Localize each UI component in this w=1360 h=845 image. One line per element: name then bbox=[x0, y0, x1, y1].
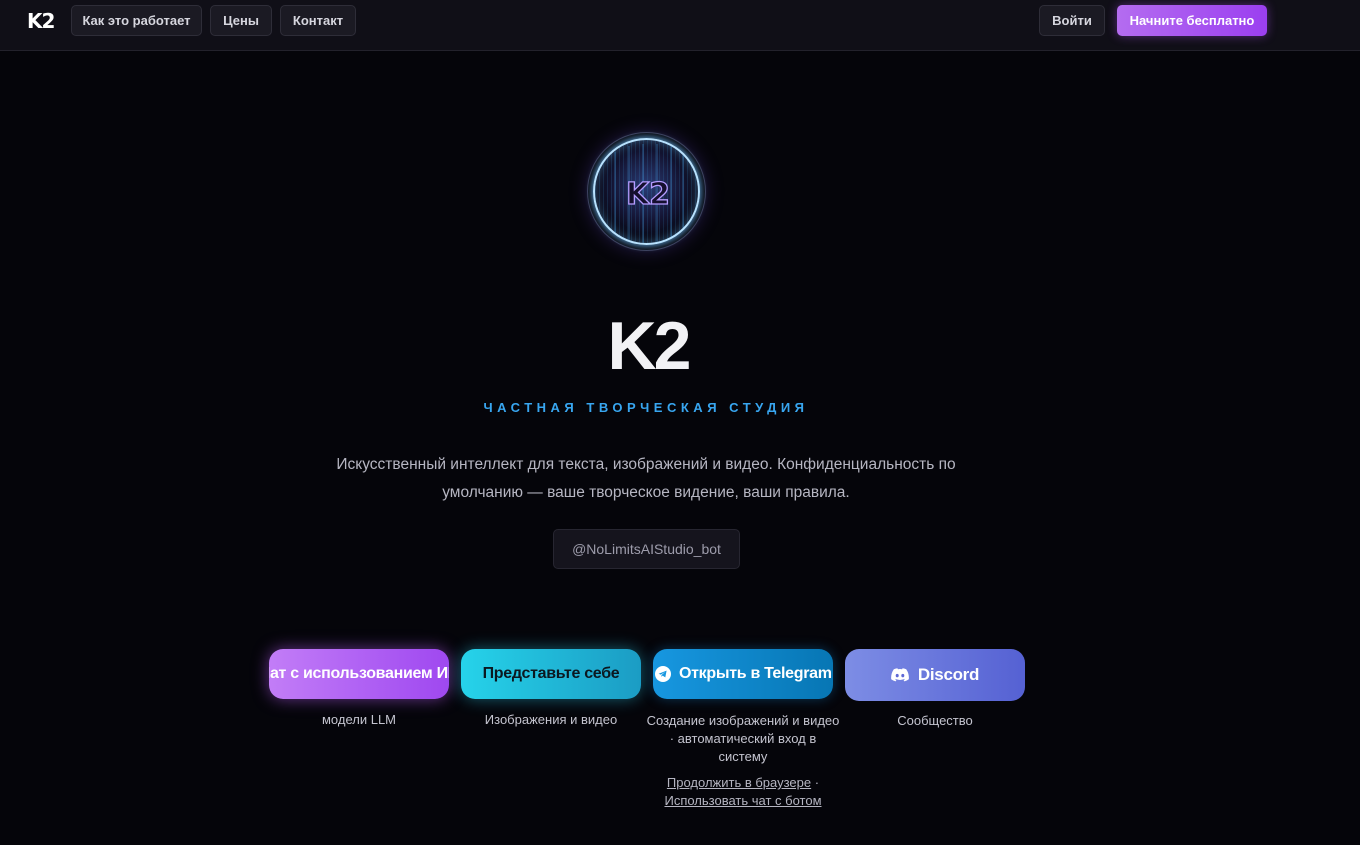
imagine-button-label: Представьте себе bbox=[482, 665, 620, 682]
imagine-button[interactable]: Представьте себе bbox=[461, 649, 641, 699]
use-bot-chat-link[interactable]: Использовать чат с ботом bbox=[664, 793, 821, 808]
discord-button-label: Discord bbox=[917, 665, 980, 684]
hero-description: Искусственный интеллект для текста, изоб… bbox=[336, 456, 956, 501]
ai-chat-button-label: Чат с использованием ИИ bbox=[269, 665, 449, 682]
start-free-button[interactable]: Начните бесплатно bbox=[1117, 5, 1267, 36]
hero-title: K2 bbox=[607, 308, 692, 384]
nav-pricing[interactable]: Цены bbox=[210, 5, 272, 36]
links-separator: · bbox=[814, 775, 820, 790]
imagine-caption: Изображения и видео bbox=[484, 712, 618, 727]
login-button[interactable]: Войти bbox=[1039, 5, 1105, 36]
nav-contact[interactable]: Контакт bbox=[280, 5, 356, 36]
telegram-caption: Создание изображений и видео · автоматич… bbox=[646, 713, 840, 764]
top-navigation-bar: K2 Как это работает Цены Контакт Войти Н… bbox=[0, 0, 1360, 51]
open-telegram-button[interactable]: Открыть в Telegram bbox=[653, 649, 833, 699]
avatar-circuit-emblem: K2 bbox=[593, 138, 700, 245]
ai-chat-caption: модели LLM bbox=[321, 712, 396, 727]
circuit-k2-icon: K2 bbox=[614, 144, 684, 243]
discord-caption: Сообщество bbox=[897, 713, 973, 728]
discord-icon bbox=[891, 668, 909, 682]
avatar-k2-glyph: K2 bbox=[626, 177, 670, 212]
hero-subtitle: ЧАСТНАЯ ТВОРЧЕСКАЯ СТУДИЯ bbox=[483, 400, 809, 415]
continue-in-browser-link[interactable]: Продолжить в браузере bbox=[667, 775, 811, 790]
nav-how-it-works[interactable]: Как это работает bbox=[71, 5, 202, 36]
ai-chat-button[interactable]: Чат с использованием ИИ bbox=[269, 649, 449, 699]
telegram-icon bbox=[655, 666, 671, 682]
discord-button[interactable]: Discord bbox=[845, 649, 1025, 701]
telegram-alt-links: Продолжить в браузере · Использовать чат… bbox=[645, 774, 841, 810]
telegram-bot-handle[interactable]: @NoLimitsAIStudio_bot bbox=[553, 529, 740, 569]
brand-logo[interactable]: K2 bbox=[27, 9, 55, 33]
brand-avatar: K2 bbox=[587, 132, 706, 251]
open-telegram-button-label: Открыть в Telegram bbox=[679, 665, 832, 682]
